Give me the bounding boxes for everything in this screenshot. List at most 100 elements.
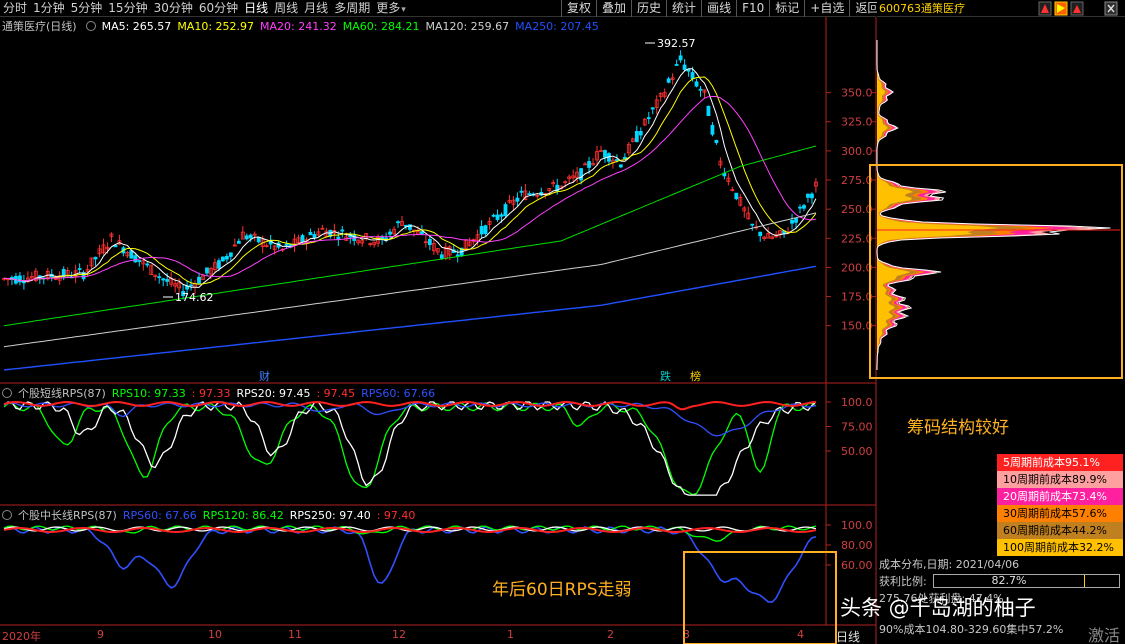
corner-text: 激活	[1088, 626, 1121, 644]
candle-body	[650, 107, 655, 110]
candle-body	[810, 193, 814, 199]
chip-tool-icons[interactable]	[1035, 0, 1125, 17]
candle-body	[133, 255, 138, 263]
tool-button-3[interactable]: 统计	[666, 0, 701, 17]
candle-body	[706, 105, 711, 116]
candle-body	[308, 232, 313, 236]
profit-bar: 82.7%	[933, 574, 1120, 588]
candle-body	[300, 235, 305, 243]
candle-body	[790, 219, 794, 224]
tool-button-1[interactable]: 叠加	[596, 0, 631, 17]
candle-body	[483, 225, 488, 235]
candle-body	[388, 231, 392, 235]
x-tick-5: 1	[507, 628, 514, 641]
cost-legend-item-1: 10周期前成本89.9%	[997, 471, 1123, 488]
main-title: 通策医疗(日线)	[2, 20, 77, 33]
price-tick-5: 225.0	[841, 232, 873, 245]
candle-body	[145, 263, 150, 266]
candle-body	[666, 78, 671, 83]
chip-layer-3	[877, 40, 1082, 370]
settings-icon[interactable]	[2, 388, 12, 398]
candle-body	[340, 229, 345, 232]
tool-button-7[interactable]: +自选	[804, 0, 849, 17]
chip-layer-4	[877, 40, 1100, 370]
candle-body	[189, 284, 193, 287]
period-tab-8[interactable]: 月线	[301, 0, 331, 17]
legend-item-0: MA5: 265.57	[101, 19, 172, 33]
candle-body	[634, 130, 639, 143]
period-label: 日线	[836, 630, 861, 644]
period-tab-5[interactable]: 60分钟	[196, 0, 241, 17]
watermark: 头条 @千岛湖的柚子	[840, 596, 1036, 620]
candle-body	[439, 254, 444, 259]
cost-date: 成本分布,日期: 2021/04/06	[879, 558, 1020, 571]
tool-button-0[interactable]: 复权	[561, 0, 596, 17]
candle-body	[802, 205, 806, 209]
candle-body	[678, 55, 683, 61]
stock-header: 600763 通策医疗	[877, 0, 1125, 17]
candle-body	[284, 243, 289, 246]
price-tick-3: 275.0	[841, 174, 873, 187]
legend-item-3: : 97.40	[376, 508, 416, 522]
period-tab-2[interactable]: 5分钟	[68, 0, 106, 17]
period-tab-10[interactable]: 更多	[373, 0, 409, 17]
rps-short-header: 个股短线RPS(87) RPS10: 97.33: 97.33 RPS20: 97…	[2, 386, 447, 400]
ma-legend: MA5: 265.57 MA10: 252.97 MA20: 241.32 MA60:…	[102, 20, 605, 33]
event-tag-0: 财	[259, 369, 270, 383]
period-tab-0[interactable]: 分时	[0, 0, 30, 17]
legend-item-2: RPS20: 97.45	[236, 386, 311, 400]
price-tick-6: 200.0	[841, 261, 873, 274]
legend-item-4: RPS60: 67.66	[361, 386, 436, 400]
candle-body	[515, 197, 520, 202]
rps-long-tick-0: 100.0	[841, 519, 873, 532]
candle-body	[220, 256, 225, 262]
x-tick-3: 11	[288, 628, 302, 641]
candle-body	[495, 214, 500, 220]
period-tab-7[interactable]: 周线	[271, 0, 301, 17]
x-tick-0: 2020年	[2, 630, 41, 643]
candle-body	[248, 234, 253, 239]
candle-body	[217, 260, 221, 269]
rps-long-tick-1: 80.00	[841, 539, 873, 552]
rps-short-legend: RPS10: 97.33: 97.33 RPS20: 97.45: 97.45 RP…	[112, 387, 441, 400]
legend-item-1: RPS120: 86.42	[202, 508, 284, 522]
legend-item-4: MA120: 259.67	[425, 19, 510, 33]
candle-body	[798, 206, 802, 209]
tool-button-5[interactable]: F10	[736, 0, 769, 17]
rps-short-tick-2: 50.00	[841, 445, 873, 458]
candle-body	[228, 252, 233, 257]
period-tab-3[interactable]: 15分钟	[105, 0, 150, 17]
period-tab-1[interactable]: 1分钟	[30, 0, 68, 17]
function-toolbar: 复权 叠加 历史 统计 画线 F10 标记 +自选 返回	[561, 0, 884, 17]
candle-body	[587, 161, 591, 168]
stock-code: 600763	[879, 2, 921, 15]
period-tab-4[interactable]: 30分钟	[151, 0, 196, 17]
legend-item-0: RPS60: 67.66	[122, 508, 197, 522]
candle-body	[615, 159, 619, 161]
rps10-line	[3, 402, 817, 496]
candle-body	[619, 164, 623, 168]
profit-marker	[1084, 575, 1085, 587]
price-tick-8: 150.0	[841, 320, 873, 333]
candle-body	[603, 150, 607, 158]
cost-legend-item-0: 5周期前成本95.1%	[997, 454, 1123, 471]
settings-icon[interactable]	[85, 21, 96, 31]
period-tab-6[interactable]: 日线	[241, 0, 271, 17]
candle-body	[503, 204, 508, 216]
main-indicator-row: 通策医疗(日线) MA5: 265.57 MA10: 252.97 MA20: 24…	[2, 19, 611, 34]
settings-icon[interactable]	[2, 510, 12, 520]
period-tab-9[interactable]: 多周期	[331, 0, 373, 17]
tool-button-6[interactable]: 标记	[769, 0, 804, 17]
candle-body	[165, 279, 170, 282]
tool-button-2[interactable]: 历史	[631, 0, 666, 17]
ma250-line	[3, 265, 817, 371]
tool-button-4[interactable]: 画线	[701, 0, 736, 17]
candle-body	[638, 131, 643, 136]
candle-body	[579, 168, 583, 181]
candle-body	[698, 88, 703, 91]
chart-canvas[interactable]: 350.0325.0300.0275.0250.0225.0200.0175.0…	[0, 0, 1125, 644]
candle-body	[161, 278, 166, 281]
chip-layer-2	[877, 40, 1055, 370]
legend-item-0: RPS10: 97.33	[111, 386, 186, 400]
candle-body	[419, 231, 424, 235]
